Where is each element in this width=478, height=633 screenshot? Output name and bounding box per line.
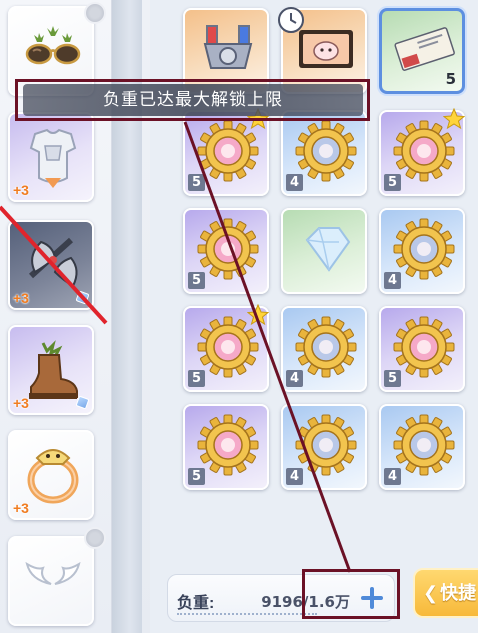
refine-level: +3 [13, 182, 29, 198]
gear-card-icon [197, 218, 259, 280]
inventory-item[interactable]: 4 [281, 404, 367, 490]
quick-button-label: 快捷 [440, 583, 477, 603]
pin-icon [84, 2, 106, 24]
inventory-item-selected[interactable]: 5 [379, 8, 465, 94]
inventory-item[interactable]: 5 [183, 208, 269, 294]
equipment-slot-armor[interactable]: +3 [8, 112, 94, 202]
refine-level: +3 [13, 395, 29, 411]
item-level-badge: 4 [384, 272, 401, 289]
equipment-slot-shoes[interactable]: +3 [8, 325, 94, 415]
gear-card-icon [197, 414, 259, 476]
item-level-badge: 5 [384, 174, 401, 191]
inventory-item[interactable]: 4 [379, 208, 465, 294]
inventory-item[interactable]: 5 [379, 306, 465, 392]
sunglasses-icon [25, 26, 81, 65]
weight-label: 负重: [177, 595, 215, 612]
card-slot-icon [75, 290, 90, 305]
inventory-item[interactable]: 4 [281, 110, 367, 196]
bottom-bar: 负重: 9196/1.6万 ❮ 快捷 [150, 560, 478, 633]
item-level-badge: 5 [188, 272, 205, 289]
inventory-item[interactable]: 5 [183, 404, 269, 490]
annotation-box-add [302, 569, 400, 619]
clock-icon [278, 7, 304, 33]
gear-card-icon [393, 316, 455, 378]
annotation-box-toast [15, 79, 370, 121]
equipment-slot-back[interactable] [8, 536, 94, 626]
gear-card-icon [393, 414, 455, 476]
item-level-badge: 5 [384, 370, 401, 387]
item-level-badge: 5 [188, 174, 205, 191]
boots-icon [29, 340, 78, 399]
axe-icon [28, 237, 78, 288]
inventory-item[interactable] [281, 208, 367, 294]
quick-button[interactable]: ❮ 快捷 [413, 568, 478, 618]
star-icon [443, 108, 465, 130]
equipment-slot-accessory[interactable]: +3 [8, 430, 94, 520]
inventory-item[interactable]: 4 [281, 306, 367, 392]
gear-card-icon [393, 218, 455, 280]
wings-icon [25, 561, 81, 585]
gear-card-icon [295, 316, 357, 378]
inventory-item[interactable]: 4 [379, 404, 465, 490]
crystal-icon [305, 227, 351, 272]
gear-card-icon [295, 120, 357, 182]
armor-icon [29, 128, 77, 188]
potion-machine-icon [203, 25, 253, 69]
ring-icon [27, 449, 79, 504]
star-icon [247, 304, 269, 326]
item-level-badge: 4 [286, 174, 303, 191]
card-slot-icon [75, 395, 90, 410]
gear-card-icon [295, 414, 357, 476]
item-count: 5 [445, 70, 456, 88]
item-level-badge: 5 [188, 468, 205, 485]
item-level-badge: 4 [286, 370, 303, 387]
item-level-badge: 5 [188, 370, 205, 387]
item-level-badge: 4 [384, 468, 401, 485]
chevron-left-icon: ❮ [423, 583, 439, 603]
pin-icon [84, 527, 106, 549]
refine-level: +3 [13, 290, 29, 306]
item-level-badge: 4 [286, 468, 303, 485]
refine-level: +3 [13, 500, 29, 516]
equipment-slot-weapon[interactable]: +3 [8, 220, 94, 310]
weight-underline [177, 613, 317, 615]
